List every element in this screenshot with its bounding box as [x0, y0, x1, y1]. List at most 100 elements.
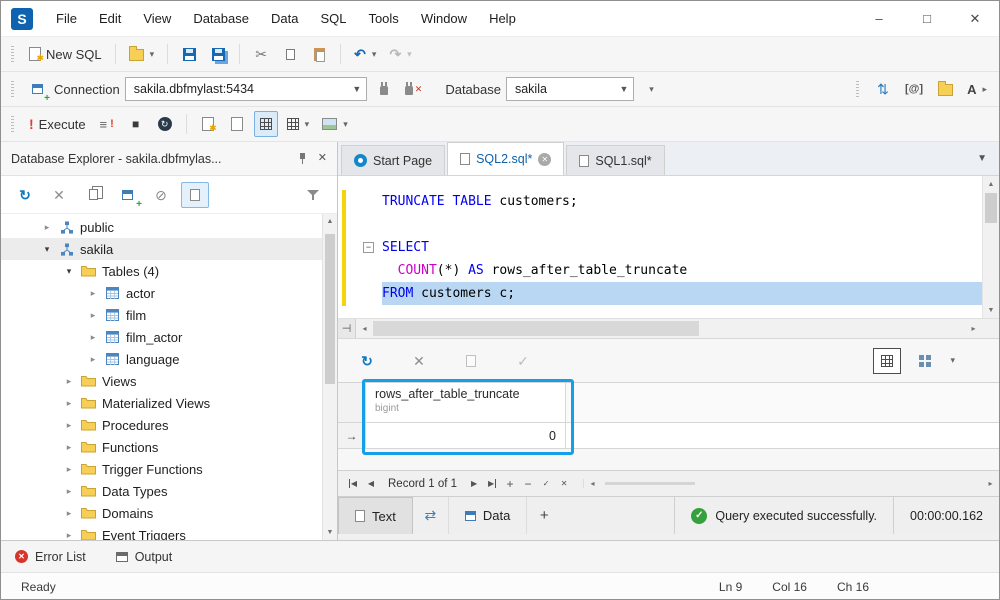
tree-node-materialized-views[interactable]: ▸Materialized Views	[1, 392, 322, 414]
scroll-left-icon[interactable]: ◂	[356, 319, 373, 338]
grid-horizontal-scrollbar[interactable]: ◂ ▸	[583, 479, 999, 488]
chevron-down-icon[interactable]: ▾	[63, 266, 75, 277]
tab-list-dropdown[interactable]: ▼	[965, 153, 999, 164]
tree-node-event-triggers[interactable]: ▸Event Triggers	[1, 524, 322, 540]
document-tab-sql1sql[interactable]: SQL1.sql*	[566, 145, 664, 175]
close-icon[interactable]: ✕	[318, 153, 327, 164]
scroll-down-icon[interactable]: ▼	[323, 525, 337, 540]
tree-node-language[interactable]: ▸language	[1, 348, 322, 370]
tree-node-domains[interactable]: ▸Domains	[1, 502, 322, 524]
menu-item-edit[interactable]: Edit	[88, 1, 132, 36]
compare-data-button[interactable]: ⇅	[871, 76, 895, 102]
tree-node-functions[interactable]: ▸Functions	[1, 436, 322, 458]
connection-combobox[interactable]: sakila.dbfmylast:5434 ▼	[125, 77, 367, 101]
minimize-button[interactable]: –	[855, 1, 903, 36]
scroll-left-icon[interactable]: ◂	[584, 479, 601, 488]
grid-view-button[interactable]	[873, 348, 901, 374]
tree-node-actor[interactable]: ▸actor	[1, 282, 322, 304]
navigate-button[interactable]: A ▸	[963, 76, 991, 102]
debug-button[interactable]: ↻	[153, 111, 177, 137]
first-record-button[interactable]: ◀	[344, 475, 362, 493]
close-button[interactable]: ✕	[951, 1, 999, 36]
scroll-up-icon[interactable]: ▲	[323, 214, 337, 229]
maximize-button[interactable]: □	[903, 1, 951, 36]
menu-item-help[interactable]: Help	[478, 1, 527, 36]
scroll-track[interactable]	[601, 479, 982, 488]
prev-record-button[interactable]: ◀	[362, 475, 380, 493]
tab-close-icon[interactable]: ✕	[538, 153, 551, 166]
save-all-button[interactable]	[206, 41, 230, 67]
chevron-right-icon[interactable]: ▸	[87, 354, 99, 365]
sql-editor[interactable]: − TRUNCATE TABLE customers;SELECT COUNT(…	[338, 176, 999, 318]
editor-vertical-scrollbar[interactable]: ▲ ▼	[982, 176, 999, 318]
object-viewer-button[interactable]	[181, 182, 209, 208]
end-edit-button[interactable]: ✓	[537, 475, 555, 493]
chevron-right-icon[interactable]: ▸	[63, 530, 75, 541]
query-profiler-button[interactable]	[225, 111, 249, 137]
copy-button[interactable]	[278, 41, 302, 67]
refresh-button[interactable]: ↻	[11, 182, 39, 208]
add-view-button[interactable]: +	[527, 497, 561, 534]
chevron-right-icon[interactable]: ▸	[63, 420, 75, 431]
tab-output[interactable]: Output	[116, 550, 173, 564]
database-combobox[interactable]: sakila ▼	[506, 77, 634, 101]
tree-node-public[interactable]: ▸public	[1, 216, 322, 238]
pin-icon[interactable]	[296, 152, 308, 165]
stop-button[interactable]: ■	[124, 111, 148, 137]
grid-cell-value[interactable]: 0	[366, 423, 566, 449]
refresh-results-button[interactable]: ↻	[354, 348, 380, 374]
new-sql-button[interactable]: New SQL	[25, 41, 106, 67]
tree-scrollbar[interactable]: ▲ ▼	[322, 214, 337, 540]
scroll-up-icon[interactable]: ▲	[983, 176, 999, 192]
menu-item-file[interactable]: File	[45, 1, 88, 36]
tab-text[interactable]: Text	[338, 497, 413, 534]
disconnect-button[interactable]: ✕	[401, 76, 427, 102]
autofit-toggle-button[interactable]	[254, 111, 278, 137]
save-button[interactable]	[177, 41, 201, 67]
redo-button[interactable]: ↷ ▾	[385, 41, 415, 67]
tab-error-list[interactable]: ✕ Error List	[15, 550, 86, 564]
tab-data[interactable]: Data	[449, 497, 527, 534]
open-file-button[interactable]: ▾	[125, 41, 159, 67]
tree-node-film-actor[interactable]: ▸film_actor	[1, 326, 322, 348]
new-connection-button[interactable]: +	[113, 182, 141, 208]
scroll-thumb[interactable]	[605, 482, 695, 485]
tree-node-tables-4[interactable]: ▾Tables (4)	[1, 260, 322, 282]
filter-button[interactable]	[299, 182, 327, 208]
cut-button[interactable]: ✂	[249, 41, 273, 67]
chevron-right-icon[interactable]: ▸	[63, 486, 75, 497]
execute-button[interactable]: ! Execute	[25, 111, 90, 137]
query-plan-button[interactable]	[196, 111, 220, 137]
collapse-region-icon[interactable]: −	[363, 242, 374, 253]
swap-views-button[interactable]: ⇄	[413, 497, 449, 534]
menu-item-sql[interactable]: SQL	[309, 1, 357, 36]
scroll-right-icon[interactable]: ▸	[982, 479, 999, 488]
chevron-down-icon[interactable]: ▾	[41, 244, 53, 255]
disconnect-button[interactable]: ⊘	[147, 182, 175, 208]
scroll-down-icon[interactable]: ▼	[983, 302, 999, 318]
document-tab-startpage[interactable]: Start Page	[341, 145, 445, 175]
menu-item-window[interactable]: Window	[410, 1, 478, 36]
delete-button[interactable]: ✕	[45, 182, 73, 208]
tree-node-views[interactable]: ▸Views	[1, 370, 322, 392]
scroll-thumb[interactable]	[373, 321, 699, 336]
chevron-right-icon[interactable]: ▸	[87, 310, 99, 321]
chevron-down-icon[interactable]: ▼	[615, 78, 633, 100]
export-data-button[interactable]	[458, 348, 484, 374]
splitter-handle[interactable]: ⊣	[338, 319, 356, 338]
duplicate-button[interactable]	[79, 182, 107, 208]
toolbar-grip[interactable]	[856, 81, 859, 98]
chevron-right-icon[interactable]: ▸	[87, 288, 99, 299]
document-tab-sql2sql[interactable]: SQL2.sql*✕	[447, 142, 564, 175]
card-view-button[interactable]	[911, 348, 939, 374]
tree-node-procedures[interactable]: ▸Procedures	[1, 414, 322, 436]
chevron-right-icon[interactable]: ▸	[87, 332, 99, 343]
menu-item-tools[interactable]: Tools	[357, 1, 409, 36]
tree-node-sakila[interactable]: ▾sakila	[1, 238, 322, 260]
chevron-right-icon[interactable]: ▸	[63, 398, 75, 409]
database-dropdown-button[interactable]: ▾	[639, 76, 663, 102]
tree-node-film[interactable]: ▸film	[1, 304, 322, 326]
toolbar-grip[interactable]	[11, 116, 14, 133]
connection-button[interactable]: +	[25, 76, 49, 102]
scroll-right-icon[interactable]: ▸	[965, 319, 982, 338]
